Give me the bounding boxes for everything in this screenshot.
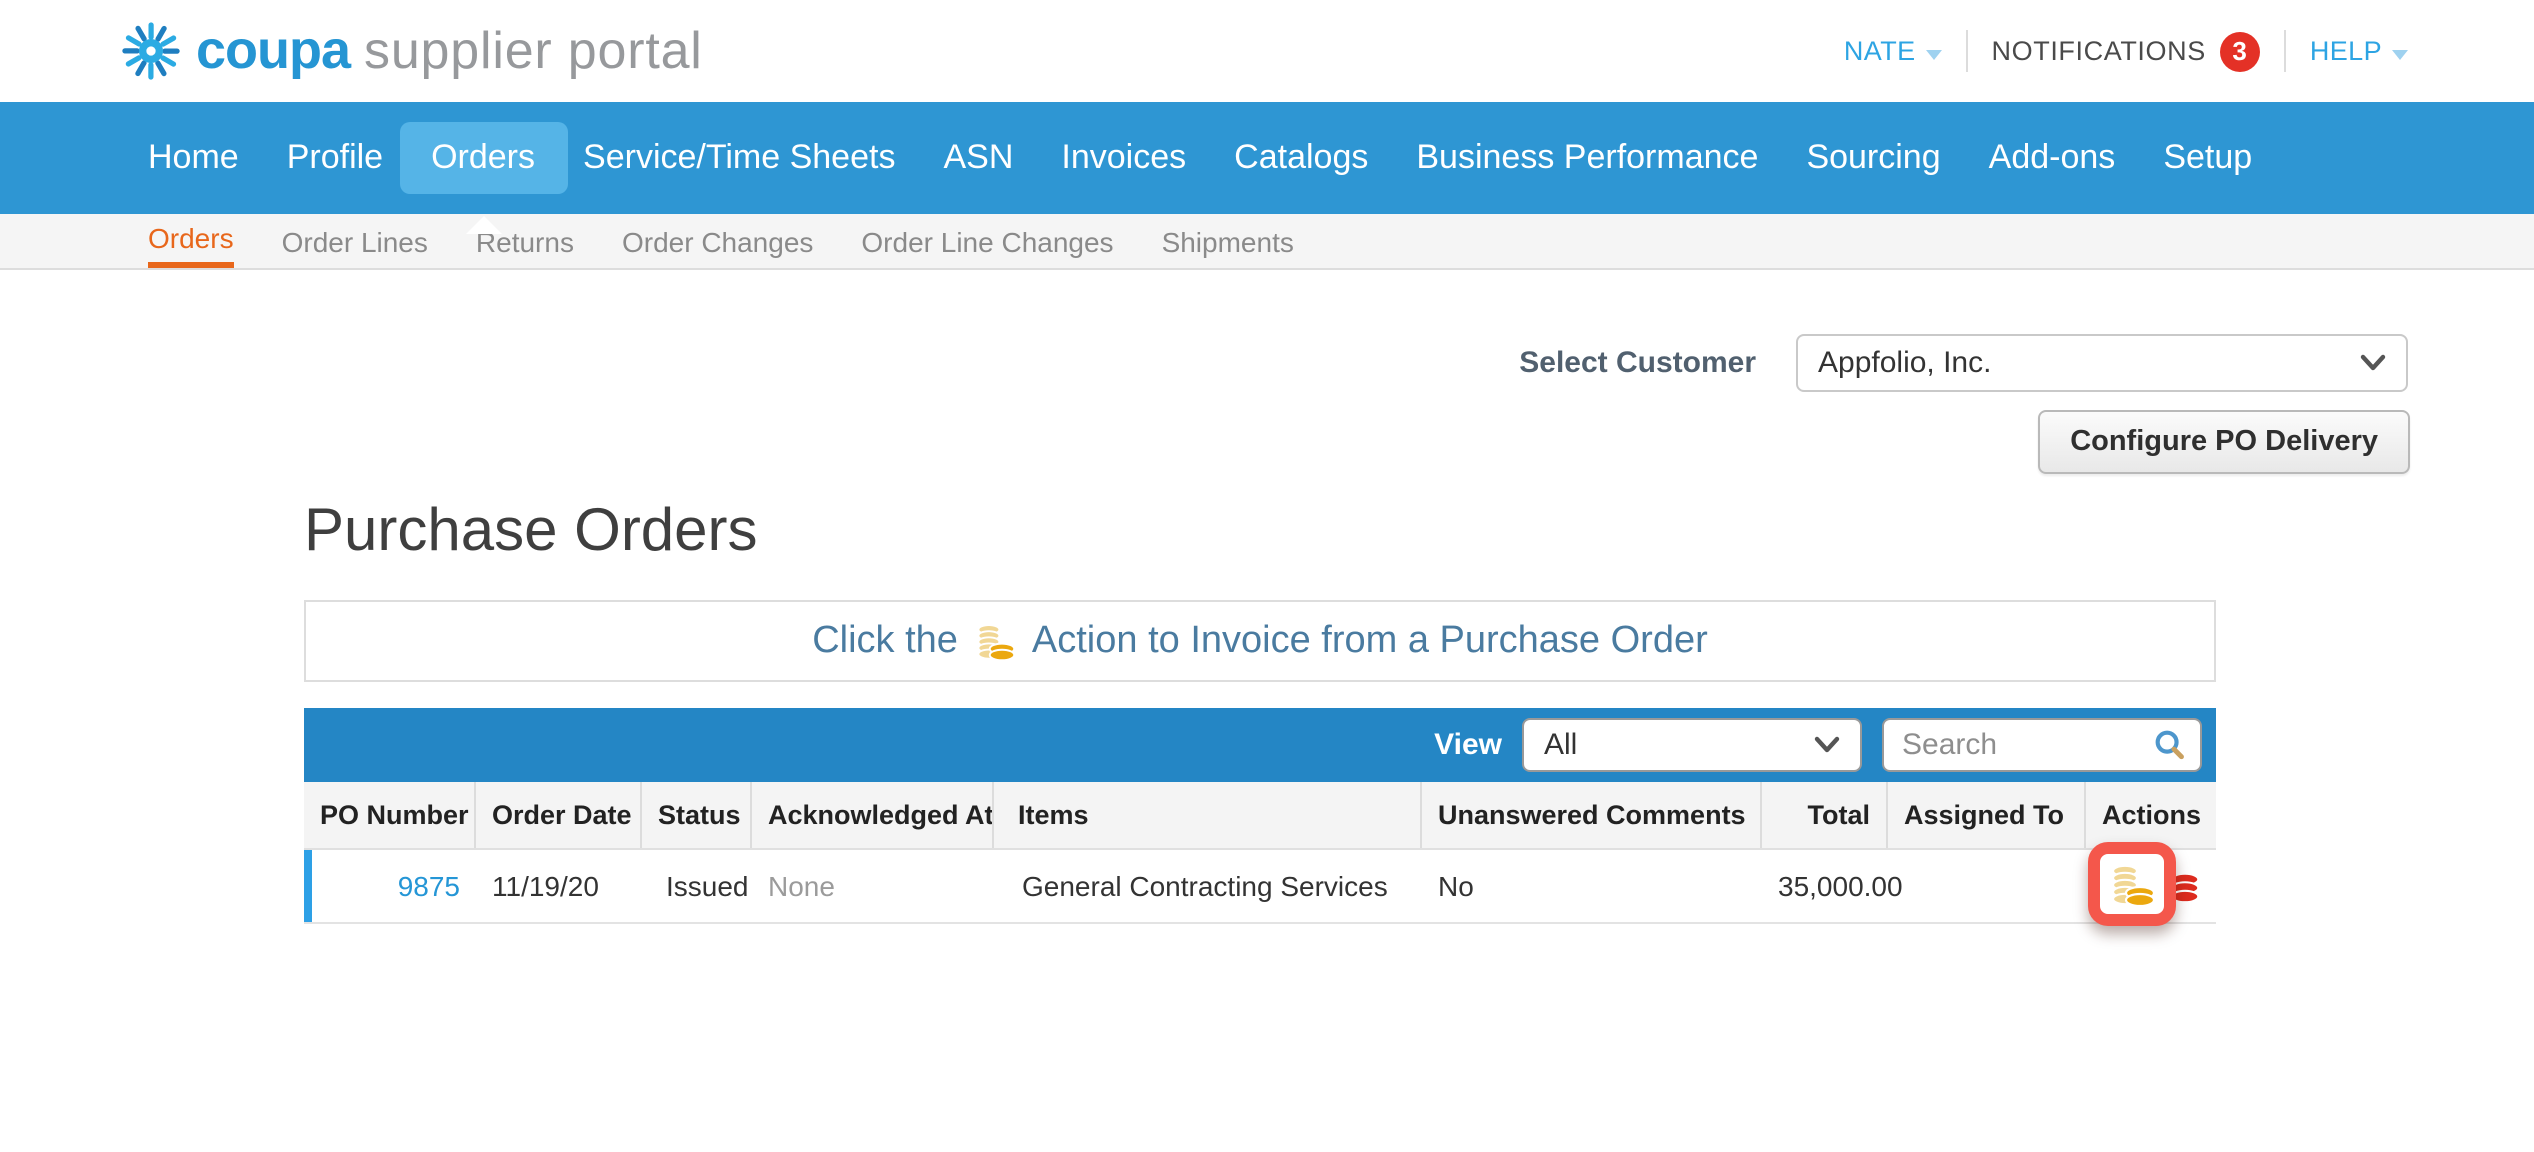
nav-tab-business-performance[interactable]: Business Performance	[1416, 138, 1758, 178]
view-label: View	[1434, 728, 1502, 762]
invoice-instruction-banner: Click the Action to Invoice from a Purch…	[304, 600, 2216, 682]
nav-tab-profile[interactable]: Profile	[287, 138, 383, 178]
user-menu-label: NATE	[1844, 36, 1916, 66]
nav-tab-sourcing[interactable]: Sourcing	[1806, 138, 1940, 178]
search-input[interactable]	[1898, 726, 2134, 764]
config-row: Configure PO Delivery	[0, 410, 2534, 474]
chevron-down-icon	[1926, 49, 1942, 59]
subnav-order-lines[interactable]: Order Lines	[282, 214, 428, 268]
orders-sub-nav: Orders Order Lines Returns Order Changes…	[0, 214, 2534, 270]
view-select-value: All	[1544, 728, 1577, 762]
coupa-supplier-portal-page: coupa supplier portal NATE NOTIFICATIONS…	[0, 0, 2534, 1152]
logo-brand-text: coupa	[196, 20, 350, 82]
view-select[interactable]: All	[1522, 718, 1862, 772]
help-menu-label: HELP	[2310, 36, 2382, 66]
customer-select[interactable]: Appfolio, Inc.	[1796, 334, 2408, 392]
column-header-order-date[interactable]: Order Date	[476, 782, 642, 848]
logo-suffix-text: supplier portal	[364, 20, 703, 82]
column-header-po-number[interactable]: PO Number	[304, 782, 476, 848]
purchase-orders-table: View All PO Number Order Date Status Ack…	[304, 708, 2216, 924]
subnav-shipments[interactable]: Shipments	[1162, 214, 1294, 268]
subnav-order-changes[interactable]: Order Changes	[622, 214, 813, 268]
top-bar: coupa supplier portal NATE NOTIFICATIONS…	[0, 0, 2534, 102]
coupa-logo[interactable]: coupa supplier portal	[120, 20, 703, 82]
chevron-down-icon	[1814, 736, 1840, 754]
gold-coins-icon	[974, 620, 1016, 662]
column-header-items[interactable]: Items	[994, 782, 1422, 848]
nav-tab-setup[interactable]: Setup	[2163, 138, 2252, 178]
banner-text-prefix: Click the	[812, 619, 958, 663]
customer-row: Select Customer Appfolio, Inc.	[0, 334, 2534, 392]
column-header-total[interactable]: Total	[1762, 782, 1888, 848]
chevron-down-icon	[2360, 354, 2386, 372]
create-invoice-action[interactable]	[2108, 859, 2156, 907]
po-number-link[interactable]: 9875	[304, 870, 476, 902]
nav-tab-home[interactable]: Home	[148, 138, 239, 178]
table-row: 9875 11/19/20 Issued None General Contra…	[304, 850, 2216, 924]
divider	[2284, 30, 2286, 72]
divider	[1966, 30, 1968, 72]
column-header-actions[interactable]: Actions	[2086, 782, 2216, 848]
help-menu[interactable]: HELP	[2310, 36, 2408, 66]
nav-tab-orders[interactable]: Orders	[399, 122, 567, 194]
acknowledged-at-cell: None	[752, 870, 994, 902]
search-box	[1882, 718, 2202, 772]
top-actions: NATE NOTIFICATIONS 3 HELP	[1844, 30, 2408, 72]
subnav-order-line-changes[interactable]: Order Line Changes	[861, 214, 1113, 268]
column-header-unanswered-comments[interactable]: Unanswered Comments	[1422, 782, 1762, 848]
gold-coins-icon	[2108, 859, 2156, 907]
status-cell: Issued	[642, 870, 752, 902]
chevron-down-icon	[2392, 49, 2408, 59]
page-title: Purchase Orders	[304, 498, 2534, 566]
unanswered-comments-cell: No	[1422, 870, 1762, 902]
banner-text-suffix: Action to Invoice from a Purchase Order	[1032, 619, 1708, 663]
nav-tab-add-ons[interactable]: Add-ons	[1989, 138, 2116, 178]
nav-tab-catalogs[interactable]: Catalogs	[1234, 138, 1368, 178]
coupa-flower-icon	[120, 20, 182, 82]
column-header-status[interactable]: Status	[642, 782, 752, 848]
notifications-menu[interactable]: NOTIFICATIONS 3	[1992, 31, 2260, 71]
user-menu[interactable]: NATE	[1844, 36, 1942, 66]
actions-cell	[2086, 850, 2216, 922]
search-icon[interactable]	[2152, 728, 2186, 762]
order-date-cell: 11/19/20	[476, 870, 642, 902]
configure-po-delivery-button[interactable]: Configure PO Delivery	[2038, 410, 2410, 474]
items-cell: General Contracting Services	[994, 870, 1422, 902]
notifications-count-badge: 3	[2220, 31, 2260, 71]
column-header-acknowledged-at[interactable]: Acknowledged At	[752, 782, 994, 848]
nav-tab-invoices[interactable]: Invoices	[1061, 138, 1186, 178]
highlight-annotation	[2088, 841, 2176, 925]
select-customer-label: Select Customer	[1519, 346, 1756, 380]
table-header-row: PO Number Order Date Status Acknowledged…	[304, 782, 2216, 850]
table-toolbar: View All	[304, 708, 2216, 782]
subnav-orders[interactable]: Orders	[148, 214, 234, 268]
total-cell: 35,000.00	[1762, 870, 1888, 902]
nav-tab-service-time-sheets[interactable]: Service/Time Sheets	[583, 138, 895, 178]
main-nav: Home Profile Orders Service/Time Sheets …	[0, 102, 2534, 214]
notifications-label: NOTIFICATIONS	[1992, 36, 2206, 66]
nav-tab-asn[interactable]: ASN	[943, 138, 1013, 178]
column-header-assigned-to[interactable]: Assigned To	[1888, 782, 2086, 848]
customer-select-value: Appfolio, Inc.	[1818, 346, 1991, 380]
